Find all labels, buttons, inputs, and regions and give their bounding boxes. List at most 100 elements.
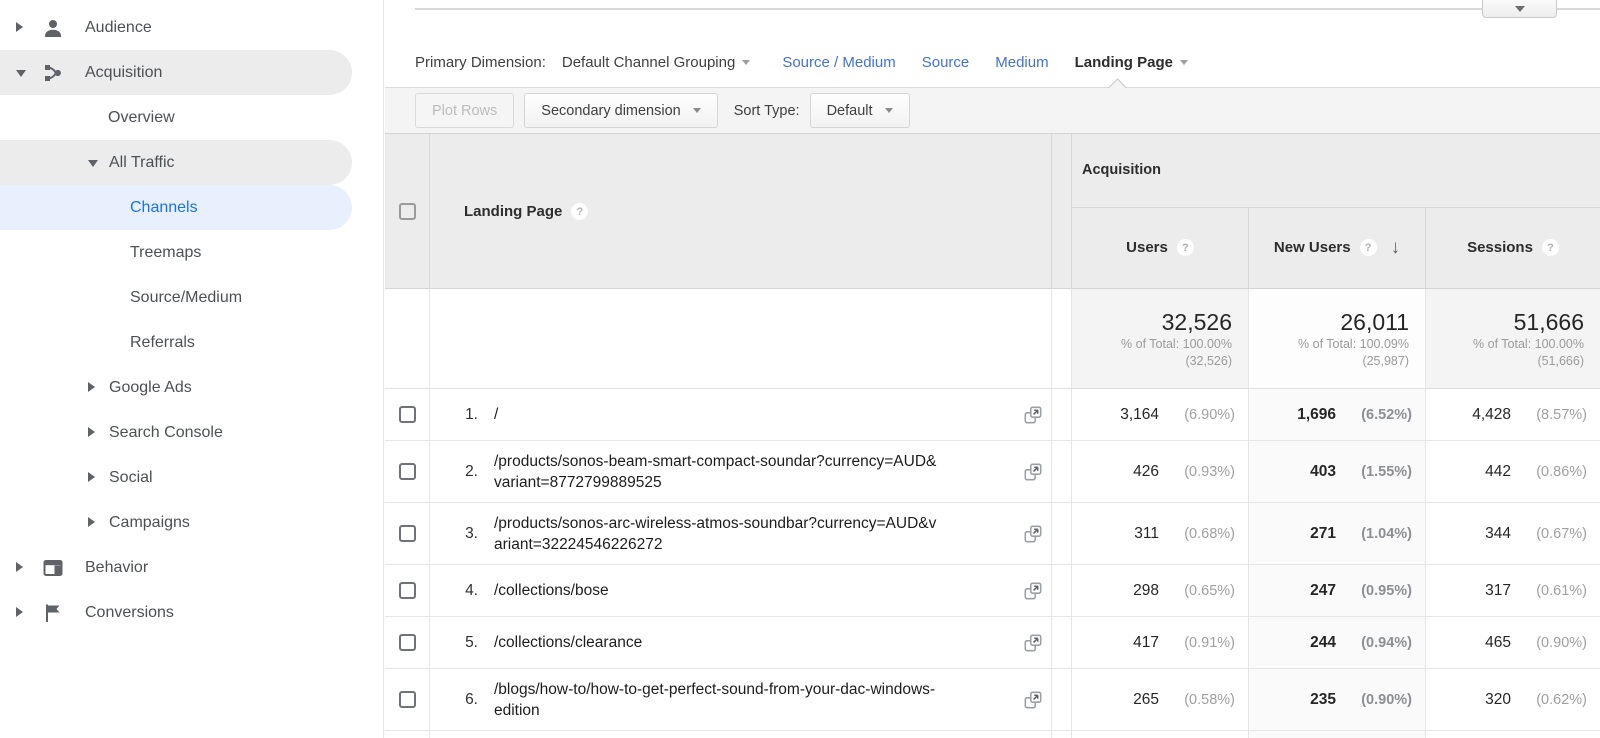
row-checkbox[interactable] <box>398 582 416 599</box>
chevron-right-icon <box>88 424 100 442</box>
table-header: Landing Page ? Acquisition Users ? New U… <box>385 134 1600 289</box>
sidebar-item-label: Acquisition <box>85 63 163 81</box>
landing-page-path: /products/sonos-beam-smart-compact-sound… <box>494 452 937 491</box>
sessions-cell: 442 (0.86%) <box>1485 462 1587 480</box>
row-index: 3. <box>465 524 478 542</box>
sidebar-item-overview[interactable]: Overview <box>0 95 352 140</box>
row-checkbox[interactable] <box>398 463 416 480</box>
chevron-down-icon <box>884 108 893 113</box>
new-users-column-header[interactable]: New Users ? ↓ <box>1249 207 1426 288</box>
sort-descending-icon: ↓ <box>1390 236 1401 258</box>
landing-page-column-header[interactable]: Landing Page <box>464 203 562 220</box>
new-users-cell: 247 (0.95%) <box>1249 565 1426 616</box>
help-icon[interactable]: ? <box>1359 239 1377 257</box>
help-icon[interactable]: ? <box>571 203 589 220</box>
acquisition-icon <box>45 64 61 81</box>
open-in-new-icon[interactable] <box>1022 580 1044 602</box>
chart-area-divider <box>415 8 1600 10</box>
sessions-column-header[interactable]: Sessions ? <box>1426 208 1600 288</box>
flag-icon <box>46 604 60 622</box>
secondary-dimension-dropdown[interactable]: Secondary dimension <box>524 93 718 128</box>
sidebar-item-all-traffic[interactable]: All Traffic <box>0 140 352 185</box>
help-icon[interactable]: ? <box>1541 239 1559 257</box>
row-checkbox[interactable] <box>398 634 416 651</box>
sidebar-item-label: All Traffic <box>109 153 175 171</box>
sidebar-item-treemaps[interactable]: Treemaps <box>0 230 352 275</box>
sessions-cell: 320 (0.62%) <box>1485 690 1587 708</box>
sidebar-item-label: Source/Medium <box>130 288 243 306</box>
sidebar-item-label: Treemaps <box>130 243 202 261</box>
sidebar-item-label: Overview <box>108 108 175 126</box>
table-row: 1. / 3,164 (6.90%) 1,696 (6.52%) 4,428 (8.5… <box>385 389 1600 441</box>
row-checkbox[interactable] <box>398 406 416 423</box>
sidebar-item-label: Social <box>109 468 153 486</box>
sidebar-item-label: Audience <box>85 18 152 36</box>
primary-dimension-dropdown[interactable]: Default Channel Grouping <box>562 54 751 71</box>
chevron-down-icon <box>88 154 100 172</box>
open-in-new-icon[interactable] <box>1022 523 1044 545</box>
row-index: 2. <box>465 462 478 480</box>
help-icon[interactable]: ? <box>1176 239 1194 257</box>
sidebar-item-channels[interactable]: Channels <box>0 185 352 230</box>
table-row: 5. /collections/clearance 417 (0.91%) 244… <box>385 617 1600 669</box>
chevron-down-icon <box>1514 5 1525 12</box>
open-in-new-icon[interactable] <box>1022 689 1044 711</box>
dimension-link-source[interactable]: Source <box>922 54 970 71</box>
table-totals-row: 32,526 % of Total: 100.00% (32,526) 26,0… <box>385 289 1600 389</box>
sidebar-item-label: Conversions <box>85 603 174 621</box>
row-checkbox[interactable] <box>398 525 416 542</box>
dimension-link-medium[interactable]: Medium <box>995 54 1048 71</box>
sort-type-label: Sort Type: <box>733 102 800 119</box>
users-total-cell: 32,526 % of Total: 100.00% (32,526) <box>1072 289 1249 388</box>
select-all-checkbox[interactable] <box>398 203 416 220</box>
sidebar-item-conversions[interactable]: Conversions <box>0 590 352 635</box>
chevron-down-icon <box>692 108 701 113</box>
chart-collapse-button[interactable] <box>1482 0 1557 18</box>
dimension-active-landing-page[interactable]: Landing Page <box>1075 54 1188 71</box>
users-cell: 426 (0.93%) <box>1072 441 1249 502</box>
table-row: 3. /products/sonos-arc-wireless-atmos-so… <box>385 503 1600 565</box>
users-cell: 417 (0.91%) <box>1072 617 1249 668</box>
open-in-new-icon[interactable] <box>1022 632 1044 654</box>
sidebar-item-audience[interactable]: Audience <box>0 5 352 50</box>
sessions-total-cell: 51,666 % of Total: 100.00% (51,666) <box>1426 289 1600 388</box>
sidebar-item-campaigns[interactable]: Campaigns <box>0 500 352 545</box>
chevron-down-icon <box>742 59 751 65</box>
landing-page-path: / <box>494 406 499 423</box>
landing-page-table: Landing Page ? Acquisition Users ? New U… <box>385 133 1600 738</box>
sessions-cell: 317 (0.61%) <box>1485 581 1587 599</box>
row-index: 6. <box>465 690 478 708</box>
row-index: 5. <box>465 633 478 651</box>
acquisition-group-header: Acquisition <box>1072 134 1600 208</box>
users-cell: 265 (0.58%) <box>1072 669 1249 730</box>
row-checkbox[interactable] <box>398 691 416 708</box>
primary-dimension-bar: Primary Dimension: Default Channel Group… <box>415 46 1188 78</box>
sidebar-item-social[interactable]: Social <box>0 455 352 500</box>
chevron-down-icon <box>16 64 28 82</box>
sidebar-item-acquisition[interactable]: Acquisition <box>0 50 352 95</box>
sidebar-item-behavior[interactable]: Behavior <box>0 545 352 590</box>
sidebar-item-referrals[interactable]: Referrals <box>0 320 352 365</box>
sidebar-item-source-medium[interactable]: Source/Medium <box>0 275 352 320</box>
sidebar-item-label: Search Console <box>109 423 223 441</box>
open-in-new-icon[interactable] <box>1022 461 1044 483</box>
sort-type-dropdown[interactable]: Default <box>809 93 910 128</box>
plot-rows-button[interactable]: Plot Rows <box>415 93 515 128</box>
chevron-right-icon <box>16 19 28 37</box>
new-users-cell: 271 (1.04%) <box>1249 503 1426 564</box>
chevron-right-icon <box>88 514 100 532</box>
landing-page-path: /collections/bose <box>494 582 609 599</box>
dimension-link-source-medium[interactable]: Source / Medium <box>782 54 895 71</box>
open-in-new-icon[interactable] <box>1022 404 1044 426</box>
table-row: 2. /products/sonos-beam-smart-compact-so… <box>385 441 1600 503</box>
landing-page-path: /products/sonos-arc-wireless-atmos-sound… <box>494 514 937 553</box>
sidebar-item-search-console[interactable]: Search Console <box>0 410 352 455</box>
sessions-cell: 465 (0.90%) <box>1485 633 1587 651</box>
sidebar-item-google-ads[interactable]: Google Ads <box>0 365 352 410</box>
sidebar-item-label: Behavior <box>85 558 149 576</box>
users-cell: 311 (0.68%) <box>1072 503 1249 564</box>
row-index: 1. <box>465 405 478 423</box>
users-column-header[interactable]: Users ? <box>1072 207 1249 288</box>
sidebar-item-label: Referrals <box>130 333 195 351</box>
new-users-total-cell: 26,011 % of Total: 100.09% (25,987) <box>1249 289 1426 388</box>
